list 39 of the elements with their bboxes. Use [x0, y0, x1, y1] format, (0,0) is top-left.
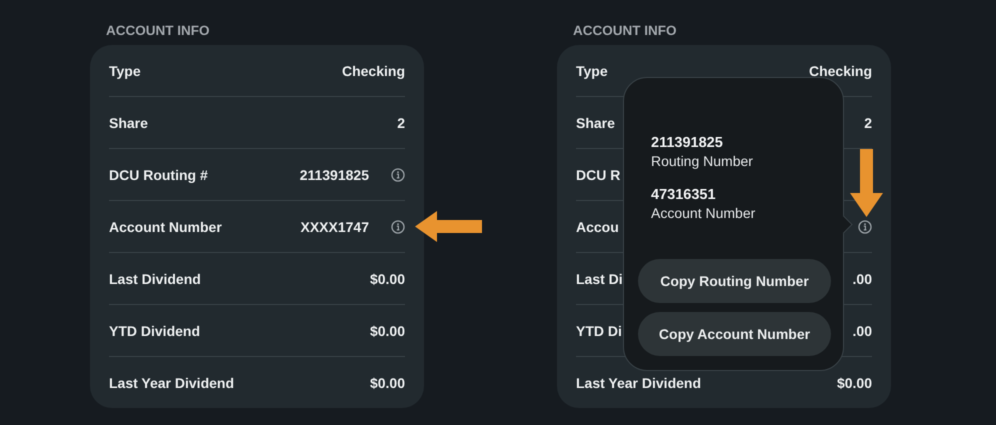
info-icon[interactable] [391, 168, 405, 182]
row-value: $0.00 [370, 374, 405, 390]
row-value: $0.00 [370, 270, 405, 286]
info-icon[interactable] [391, 220, 405, 234]
row-label: Type [109, 62, 141, 78]
row-value: .00 [852, 270, 872, 286]
row-value: 2 [397, 114, 405, 130]
row-value: .00 [852, 322, 872, 338]
row-value: $0.00 [836, 374, 872, 390]
section-heading: ACCOUNT INFO [572, 23, 678, 40]
popover-number: 47316351 [651, 186, 717, 204]
row-label: DCU R [576, 166, 620, 182]
row-label: Last Year Dividend [109, 374, 234, 390]
popover-number: 211391825 [651, 134, 724, 152]
row-label: Accou [576, 218, 619, 234]
row-value: $0.00 [370, 322, 405, 338]
row-value: 2 [864, 114, 872, 130]
row-label: Share [576, 114, 615, 130]
row-label: YTD Dividend [109, 322, 200, 338]
arrow-icon [415, 211, 482, 242]
info-icon[interactable] [858, 220, 872, 234]
row-label: Account Number [109, 218, 222, 234]
arrow-icon [850, 149, 883, 217]
row-label: Last Dividend [109, 270, 201, 286]
row-label: DCU Routing # [109, 166, 208, 182]
row-value: Checking [342, 62, 405, 78]
row-value: Checking [808, 62, 872, 78]
row-label: Share [109, 114, 148, 130]
section-heading: ACCOUNT INFO [105, 23, 210, 40]
popover-caption: Routing Number [651, 152, 754, 170]
row-label: Last Year Dividend [576, 374, 702, 390]
row-value: XXXX1747 [300, 218, 369, 234]
copy-button[interactable]: Copy Account Number [638, 312, 831, 356]
popover-caption: Account Number [651, 204, 756, 222]
row-label: Type [576, 62, 608, 78]
copy-button[interactable]: Copy Routing Number [638, 259, 831, 303]
row-label: YTD Di [576, 322, 622, 338]
row-value: 211391825 [300, 166, 369, 182]
row-label: Last Di [576, 270, 623, 286]
